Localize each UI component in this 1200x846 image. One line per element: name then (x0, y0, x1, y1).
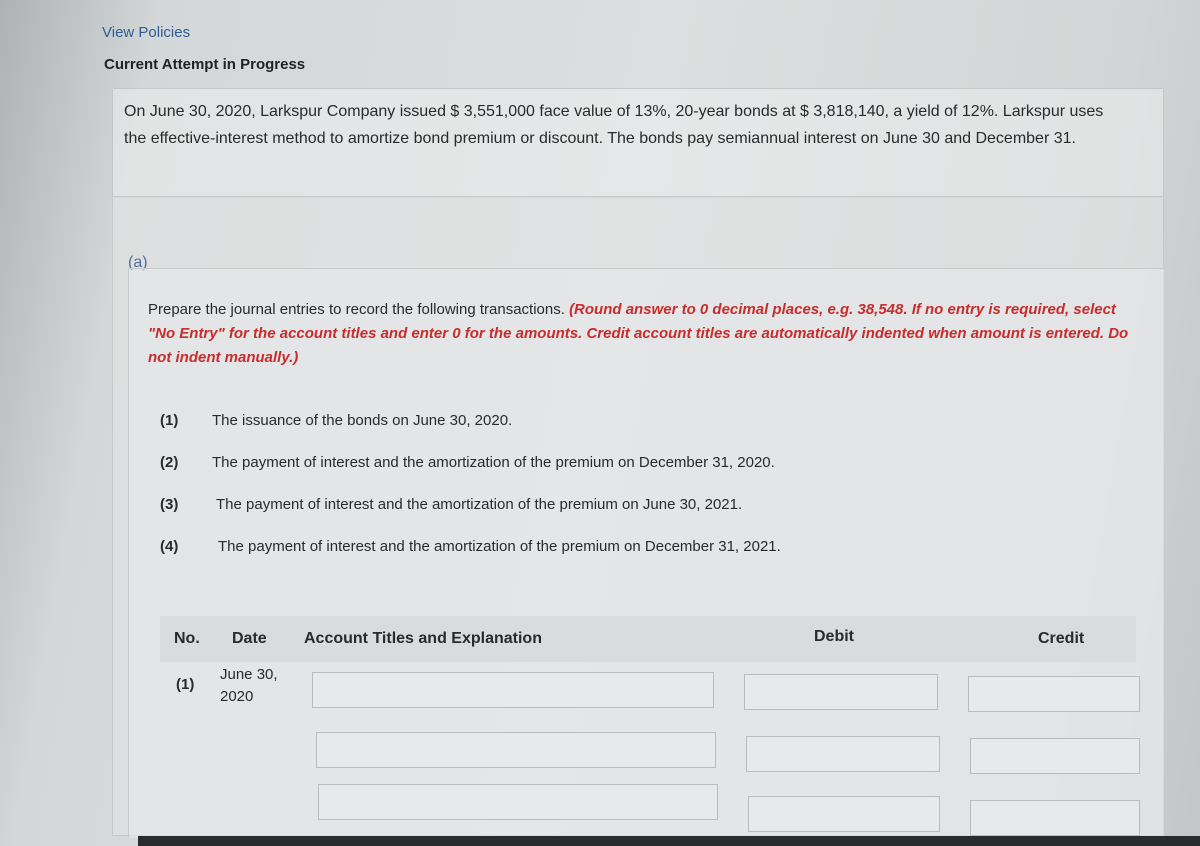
header-debit: Debit (814, 628, 854, 645)
account-title-input[interactable] (316, 732, 716, 768)
header-no: No. (174, 630, 200, 647)
header-date: Date (232, 630, 267, 647)
credit-input[interactable] (970, 800, 1140, 836)
attempt-status: Current Attempt in Progress (104, 56, 306, 73)
account-title-input[interactable] (318, 784, 718, 820)
debit-input[interactable] (744, 674, 938, 710)
view-policies-link[interactable]: View Policies (102, 24, 190, 41)
journal-table-header: No. Date Account Titles and Explanation … (160, 616, 1136, 662)
list-item-number: (2) (160, 454, 179, 471)
question-text: On June 30, 2020, Larkspur Company issue… (124, 103, 1104, 147)
debit-input[interactable] (746, 736, 940, 772)
instruction-text: Prepare the journal entries to record th… (148, 301, 570, 318)
list-item-text: The issuance of the bonds on June 30, 20… (212, 412, 513, 429)
entry-date: June 30, 2020 (220, 664, 278, 708)
credit-input[interactable] (968, 676, 1140, 712)
entry-number: (1) (176, 676, 195, 693)
list-item-number: (4) (160, 538, 179, 555)
instructions: Prepare the journal entries to record th… (148, 298, 1138, 370)
list-item-text: The payment of interest and the amortiza… (216, 496, 743, 513)
debit-input[interactable] (748, 796, 940, 832)
entry-date-line2: 2020 (220, 688, 254, 705)
bottom-bar (138, 836, 1200, 846)
entry-date-line1: June 30, (220, 666, 278, 683)
header-account: Account Titles and Explanation (304, 630, 542, 647)
list-item-number: (3) (160, 496, 179, 513)
account-title-input[interactable] (312, 672, 714, 708)
list-item-text: The payment of interest and the amortiza… (218, 538, 781, 555)
list-item-text: The payment of interest and the amortiza… (212, 454, 775, 471)
header-credit: Credit (1038, 630, 1085, 647)
list-item-number: (1) (160, 412, 179, 429)
credit-input[interactable] (970, 738, 1140, 774)
